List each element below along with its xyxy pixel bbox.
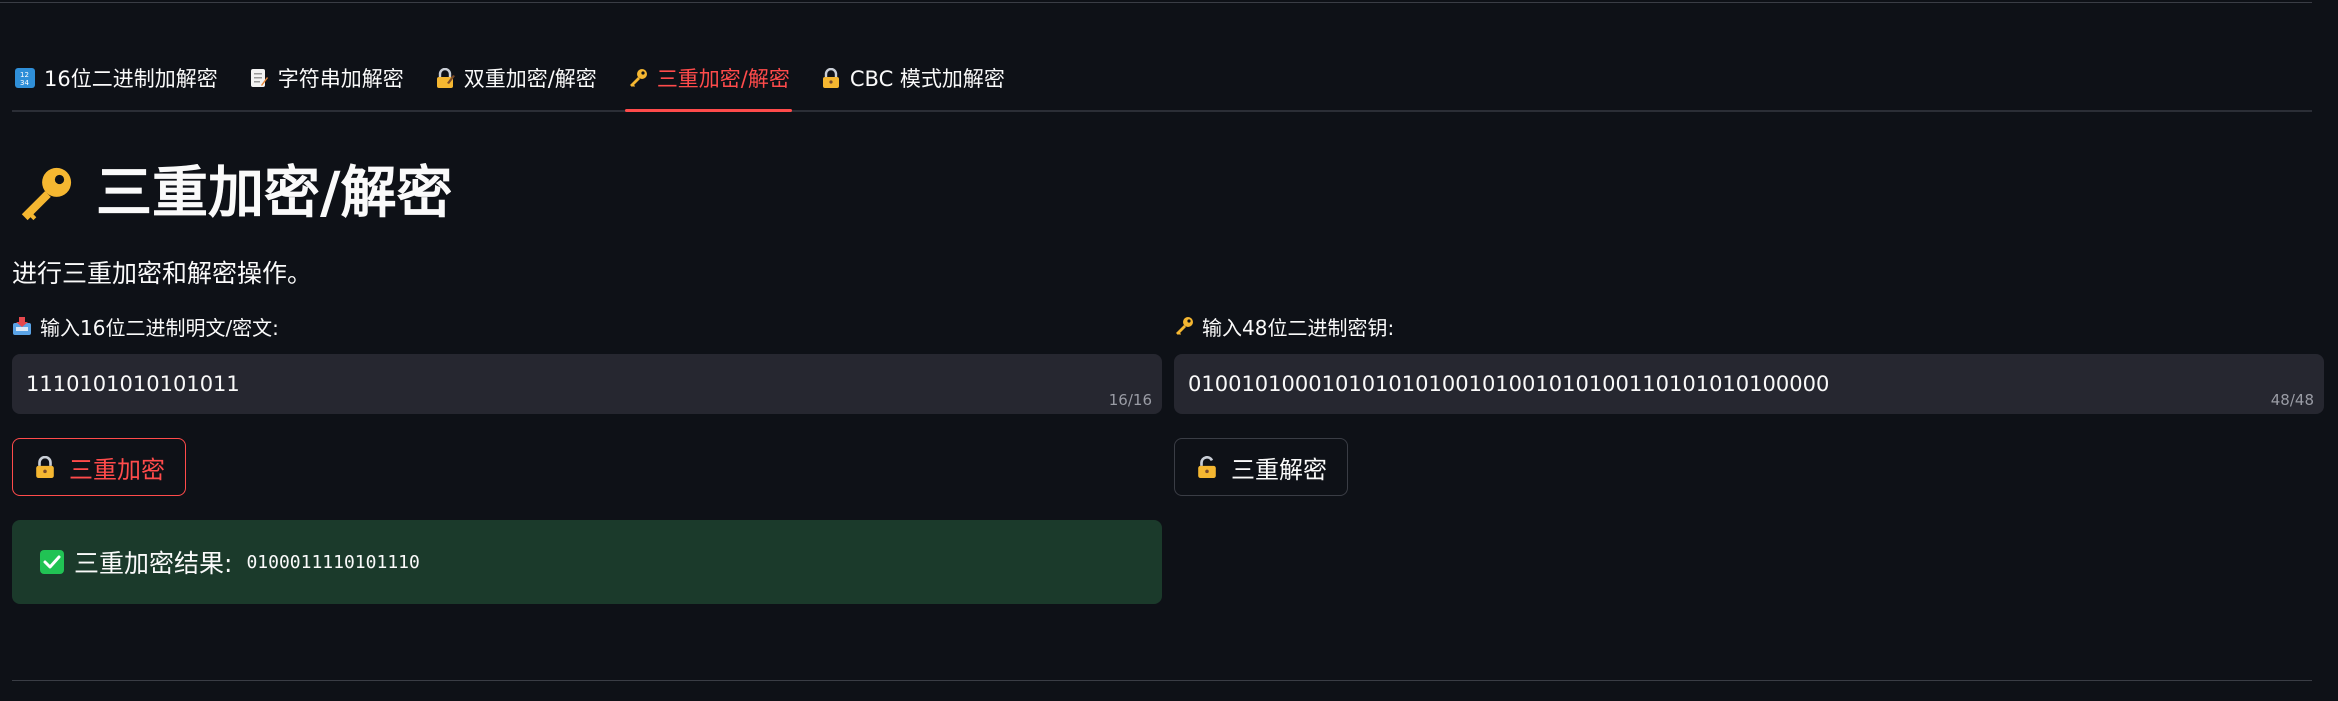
encrypt-result-value: 0100011110101110 <box>246 551 420 573</box>
inbox-tray-icon <box>12 316 32 336</box>
key-input-box: 48/48 <box>1174 354 2324 414</box>
page-subtitle: 进行三重加密和解密操作。 <box>12 259 313 288</box>
plaintext-input[interactable] <box>12 354 1162 414</box>
plaintext-input-box: 16/16 <box>12 354 1162 414</box>
bottom-divider <box>12 680 2312 681</box>
lock-icon <box>33 455 57 479</box>
tab-bar-underline <box>12 110 2312 112</box>
tab-cbc-mode[interactable]: CBC 模式加解密 <box>818 56 1007 100</box>
tab-triple-encrypt[interactable]: 三重加密/解密 <box>624 56 792 112</box>
tab-label: 双重加密/解密 <box>463 67 597 91</box>
lock-with-pen-icon <box>434 67 456 89</box>
tab-label: CBC 模式加解密 <box>849 67 1005 91</box>
encrypt-result-label: 三重加密结果: <box>74 549 233 578</box>
tab-label: 三重加密/解密 <box>656 67 790 91</box>
memo-icon <box>248 67 270 89</box>
plaintext-label-text: 输入16位二进制明文/密文: <box>40 315 279 340</box>
key-label: 输入48位二进制密钥: <box>1174 310 2324 342</box>
plaintext-label: 输入16位二进制明文/密文: <box>12 310 1162 342</box>
tab-bar: 12 34 16位二进制加解密 字符串加解密 双重加密/解密 三重加密/解密 C… <box>12 56 2312 112</box>
app-page: 12 34 16位二进制加解密 字符串加解密 双重加密/解密 三重加密/解密 C… <box>0 0 2338 701</box>
svg-text:34: 34 <box>20 79 29 87</box>
page-title: 三重加密/解密 <box>14 152 452 236</box>
key-column: 输入48位二进制密钥: 48/48 三重解密 <box>1174 310 2324 496</box>
tab-string[interactable]: 字符串加解密 <box>246 56 406 100</box>
key-icon <box>1174 316 1194 336</box>
triple-decrypt-button[interactable]: 三重解密 <box>1174 438 1348 496</box>
key-label-text: 输入48位二进制密钥: <box>1202 315 1395 340</box>
triple-decrypt-button-label: 三重解密 <box>1231 455 1327 484</box>
key-input[interactable] <box>1174 354 2324 414</box>
tab-double-encrypt[interactable]: 双重加密/解密 <box>432 56 599 100</box>
key-icon <box>14 163 76 225</box>
triple-encrypt-button[interactable]: 三重加密 <box>12 438 186 496</box>
plaintext-column: 输入16位二进制明文/密文: 16/16 三重加密 <box>12 310 1162 604</box>
triple-encrypt-button-label: 三重加密 <box>69 455 165 484</box>
page-title-text: 三重加密/解密 <box>96 161 453 226</box>
encrypt-result-alert: 三重加密结果: 0100011110101110 <box>12 520 1162 604</box>
unlock-icon <box>1195 455 1219 479</box>
key-icon <box>627 67 649 89</box>
tab-label: 字符串加解密 <box>277 67 404 91</box>
svg-text:12: 12 <box>20 71 29 79</box>
tab-16bit-binary[interactable]: 12 34 16位二进制加解密 <box>12 56 220 100</box>
plaintext-char-counter: 16/16 <box>1108 391 1152 409</box>
1234-icon: 12 34 <box>14 67 36 89</box>
tab-label: 16位二进制加解密 <box>44 67 218 91</box>
check-mark-icon <box>40 550 64 574</box>
key-char-counter: 48/48 <box>2270 391 2314 409</box>
top-divider <box>0 2 2312 3</box>
lock-icon <box>820 67 842 89</box>
